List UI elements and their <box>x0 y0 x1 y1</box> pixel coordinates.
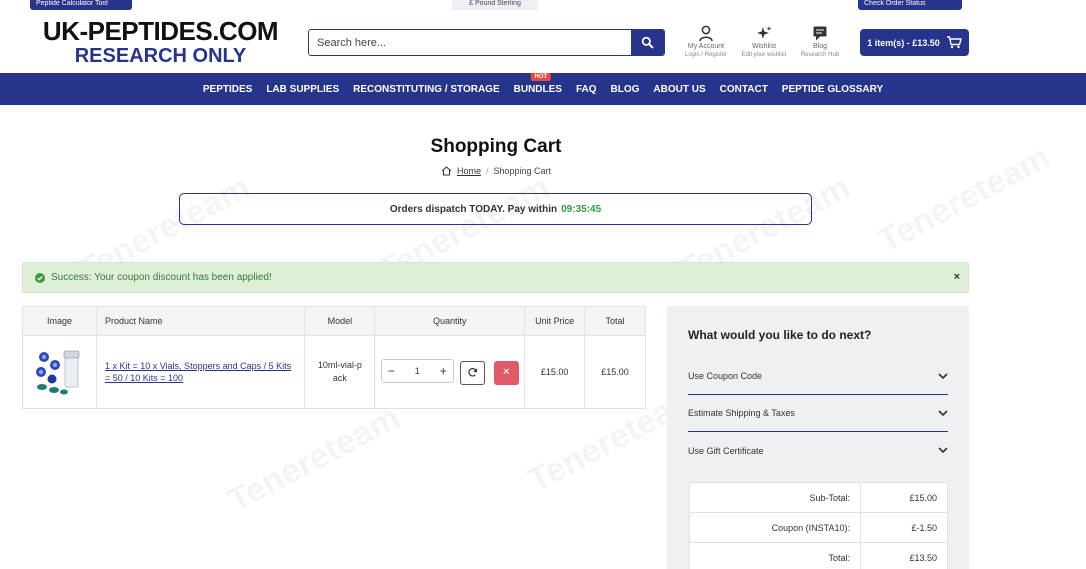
dispatch-timer: 09:35:45 <box>561 203 602 215</box>
cart-table: Image Product Name Model Quantity Unit P… <box>22 306 646 409</box>
watermark: Tenereteam <box>222 398 407 521</box>
hot-badge: HOT <box>530 72 552 81</box>
dispatch-notice: Orders dispatch TODAY. Pay within 09:35:… <box>179 193 812 225</box>
nav-lab-supplies[interactable]: LAB SUPPLIES <box>259 84 346 95</box>
alert-text: Success: Your coupon discount has been a… <box>51 272 272 283</box>
header-product-name: Product Name <box>95 306 306 336</box>
chevron-down-icon <box>938 409 948 416</box>
total-value: £13.50 <box>860 542 948 569</box>
update-quantity-button[interactable] <box>460 360 486 385</box>
search-bar <box>308 29 665 56</box>
coupon-code-toggle[interactable]: Use Coupon Code <box>688 358 948 395</box>
quantity-input[interactable]: 1 <box>415 366 420 376</box>
order-totals: Sub-Total: £15.00 Coupon (INSTA10): £-1.… <box>689 482 948 569</box>
table-row: 1 x Kit = 10 x Vials, Stoppers and Caps … <box>22 335 646 409</box>
subtotal-value: £15.00 <box>860 482 948 513</box>
cart-icon <box>946 36 962 49</box>
header-unit-price: Unit Price <box>524 306 586 336</box>
logo-subtitle: RESEARCH ONLY <box>74 45 247 67</box>
user-icon <box>699 25 713 42</box>
product-name-link[interactable]: 1 x Kit = 10 x Vials, Stoppers and Caps … <box>97 360 305 384</box>
refresh-icon <box>468 368 478 377</box>
page-title: Shopping Cart <box>430 136 562 157</box>
decrease-quantity-button[interactable]: − <box>388 364 395 378</box>
nav-about-us[interactable]: ABOUT US <box>646 84 712 95</box>
quantity-cell: − 1 + ✕ <box>374 335 526 409</box>
success-alert: Success: Your coupon discount has been a… <box>22 262 969 293</box>
breadcrumb: Home / Shopping Cart <box>0 166 992 176</box>
chat-icon <box>813 26 827 41</box>
nav-bundles[interactable]: BUNDLES HOT <box>507 72 569 95</box>
nav-reconstituting-storage[interactable]: RECONSTITUTING / STORAGE <box>346 84 507 95</box>
breadcrumb-home-link[interactable]: Home <box>457 166 481 176</box>
currency-selector[interactable]: £ Pound Sterling <box>452 0 538 10</box>
search-button[interactable] <box>631 30 664 55</box>
nav-blog[interactable]: BLOG <box>604 84 647 95</box>
cart-table-header: Image Product Name Model Quantity Unit P… <box>22 306 646 336</box>
totals-row: Total: £13.50 <box>689 542 948 569</box>
increase-quantity-button[interactable]: + <box>440 364 447 378</box>
product-model: 10ml-vial-pack <box>317 360 362 383</box>
sparkle-icon <box>757 26 772 39</box>
site-logo[interactable]: UK-PEPTIDES.COM RESEARCH ONLY <box>38 17 283 67</box>
search-icon <box>641 36 654 49</box>
coupon-value: £-1.50 <box>860 512 948 543</box>
remove-item-button[interactable]: ✕ <box>493 360 519 385</box>
blog-label: Blog <box>812 43 827 50</box>
peptide-calculator-button[interactable]: Peptide Calculator Tool <box>30 0 132 10</box>
check-circle-icon <box>35 272 45 283</box>
estimate-shipping-label: Estimate Shipping & Taxes <box>688 408 795 418</box>
subtotal-label: Sub-Total: <box>689 482 861 513</box>
header-model: Model <box>304 306 376 336</box>
dispatch-text: Orders dispatch TODAY. Pay within <box>389 203 558 215</box>
header-total: Total <box>584 306 646 336</box>
next-steps-panel: What would you like to do next? Use Coup… <box>667 306 969 569</box>
gift-certificate-label: Use Gift Certificate <box>688 445 764 456</box>
nav-faq[interactable]: FAQ <box>569 84 604 95</box>
total-cell: £15.00 <box>584 335 646 409</box>
header-quantity: Quantity <box>374 306 526 336</box>
coupon-label: Coupon (INSTA10): <box>689 512 861 543</box>
search-input[interactable] <box>309 30 631 55</box>
my-account-label: My Account <box>687 43 725 50</box>
check-order-status-button[interactable]: Check Order Status <box>858 0 962 10</box>
product-image[interactable] <box>22 335 97 409</box>
nav-contact[interactable]: CONTACT <box>713 84 775 95</box>
totals-row: Coupon (INSTA10): £-1.50 <box>689 512 948 543</box>
coupon-code-label: Use Coupon Code <box>688 371 763 381</box>
gift-certificate-toggle[interactable]: Use Gift Certificate <box>688 432 948 469</box>
breadcrumb-separator: / <box>485 166 489 176</box>
cart-button[interactable]: 1 item(s) - £13.50 <box>860 29 969 56</box>
wishlist-sublabel: Edit your wishlist <box>741 52 787 58</box>
blog-link[interactable]: Blog Research Hub <box>788 25 852 59</box>
my-account-link[interactable]: My Account Login / Register <box>674 25 738 59</box>
nav-peptides[interactable]: PEPTIDES <box>196 84 259 95</box>
logo-title: UK-PEPTIDES.COM <box>42 16 279 46</box>
totals-row: Sub-Total: £15.00 <box>689 482 948 513</box>
nav-bundles-label: BUNDLES <box>513 83 562 95</box>
alert-close-button[interactable]: × <box>954 271 960 283</box>
main-nav: PEPTIDES LAB SUPPLIES RECONSTITUTING / S… <box>0 72 1086 105</box>
next-steps-title: What would you like to do next? <box>688 328 872 342</box>
vials-product-image <box>36 350 80 395</box>
nav-peptide-glossary[interactable]: PEPTIDE GLOSSARY <box>775 84 890 95</box>
cart-button-label: 1 item(s) - £13.50 <box>867 37 940 48</box>
chevron-down-icon <box>938 372 948 379</box>
chevron-down-icon <box>938 447 948 454</box>
unit-price-cell: £15.00 <box>524 335 586 409</box>
my-account-sublabel: Login / Register <box>684 52 728 58</box>
blog-sublabel: Research Hub <box>800 52 840 58</box>
breadcrumb-current: Shopping Cart <box>493 166 552 176</box>
quantity-stepper: − 1 + <box>380 359 454 384</box>
home-icon <box>441 166 452 176</box>
header-image: Image <box>22 306 97 336</box>
estimate-shipping-toggle[interactable]: Estimate Shipping & Taxes <box>688 395 948 432</box>
model-cell: 10ml-vial-pack <box>304 335 376 409</box>
total-label: Total: <box>689 542 861 569</box>
product-name-cell: 1 x Kit = 10 x Vials, Stoppers and Caps … <box>95 335 306 409</box>
wishlist-link[interactable]: Wishlist Edit your wishlist <box>732 25 796 59</box>
wishlist-label: Wishlist <box>751 43 777 50</box>
